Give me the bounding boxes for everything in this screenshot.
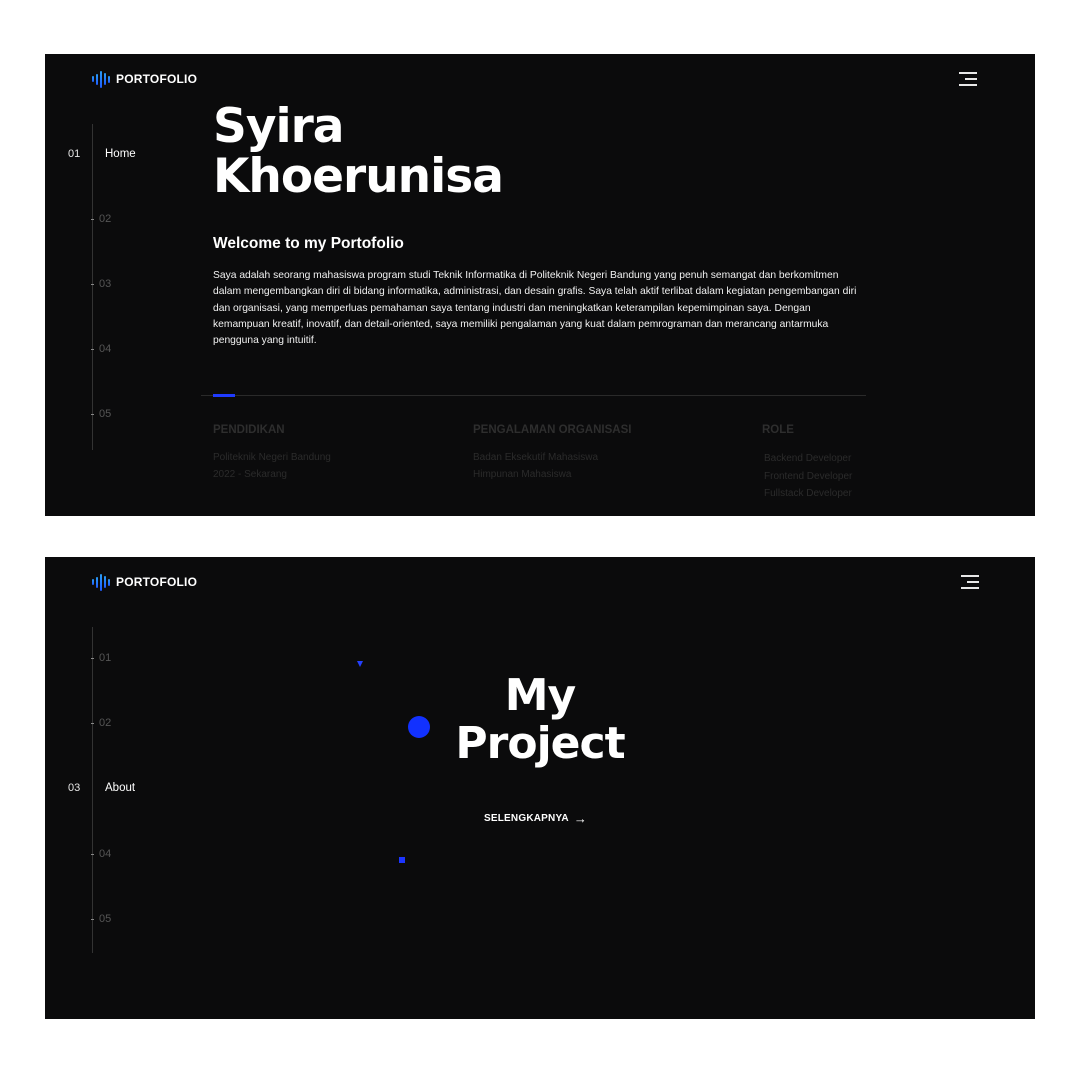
hero-name: Syira Khoerunisa <box>213 99 504 204</box>
scroll-progress-indicator <box>213 394 235 397</box>
sidebar-track <box>92 124 93 450</box>
hero-name-last: Khoerunisa <box>213 149 504 204</box>
project-section: PORTOFOLIO 01 02 03 About 04 05 My Proje… <box>45 557 1035 1019</box>
decorative-triangle <box>357 661 363 667</box>
role-line: Backend Developer <box>764 453 852 464</box>
hero-name-first: Syira <box>213 99 344 154</box>
see-more-label: SELENGKAPNYA <box>484 813 569 824</box>
brand-logo[interactable]: PORTOFOLIO <box>92 573 197 591</box>
soundwave-icon <box>92 573 110 591</box>
intro-paragraph: Saya adalah seorang mahasiswa program st… <box>213 270 857 347</box>
hamburger-menu-icon[interactable] <box>959 72 977 86</box>
section-divider <box>201 395 866 396</box>
organization-line: Badan Eksekutif Mahasiswa <box>473 452 599 463</box>
soundwave-icon <box>92 70 110 88</box>
sidebar-item-label: About <box>105 782 136 794</box>
sidebar-item-label: Home <box>105 148 136 160</box>
education-title: PENDIDIKAN <box>213 424 285 436</box>
role-column: ROLE Backend Developer Frontend Develope… <box>762 424 852 503</box>
brand-name: PORTOFOLIO <box>116 72 198 86</box>
decorative-square <box>399 857 405 863</box>
education-line: Politeknik Negeri Bandung <box>213 452 331 463</box>
hamburger-menu-icon[interactable] <box>961 575 979 589</box>
education-line: 2022 - Sekarang <box>213 468 287 480</box>
sidebar-track <box>92 627 93 953</box>
organization-column: PENGALAMAN ORGANISASI Badan Eksekutif Ma… <box>473 424 631 483</box>
see-more-button[interactable]: SELENGKAPNYA → <box>484 810 588 826</box>
brand-logo[interactable]: PORTOFOLIO <box>92 70 197 88</box>
arrow-right-icon: → <box>573 810 588 826</box>
home-section: PORTOFOLIO 01 Home 02 03 04 05 Syira Kho… <box>45 54 1035 516</box>
project-title: My Project <box>455 670 625 769</box>
organization-title: PENGALAMAN ORGANISASI <box>473 424 632 436</box>
role-title: ROLE <box>762 424 794 436</box>
role-line: Fullstack Developer <box>764 488 852 499</box>
organization-line: Himpunan Mahasiswa <box>473 468 572 480</box>
role-line: Frontend Developer <box>764 470 853 482</box>
brand-name: PORTOFOLIO <box>116 575 198 589</box>
education-column: PENDIDIKAN Politeknik Negeri Bandung 202… <box>213 424 331 483</box>
welcome-title: Welcome to my Portofolio <box>213 235 404 252</box>
